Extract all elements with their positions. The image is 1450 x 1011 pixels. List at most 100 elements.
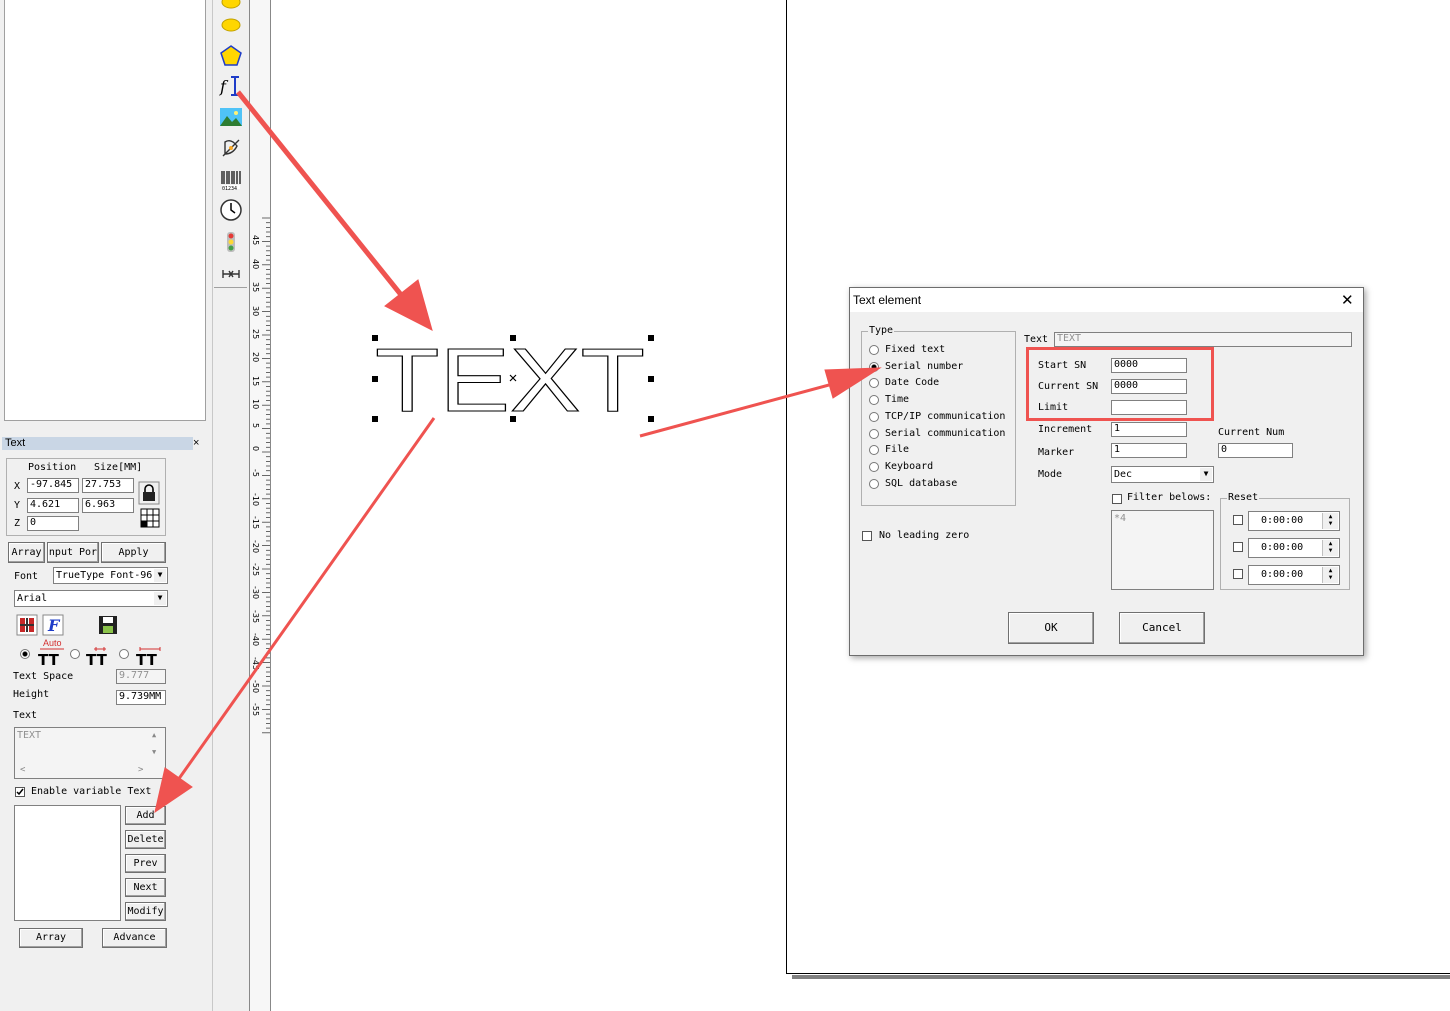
prev-button[interactable]: Prev — [125, 854, 166, 873]
text-label: Text — [1024, 334, 1049, 345]
type-radio[interactable] — [869, 361, 879, 372]
ruler-label: 5 — [251, 422, 260, 428]
enable-variable-checkbox[interactable] — [15, 787, 25, 797]
type-radio[interactable] — [869, 428, 879, 439]
type-radio[interactable] — [869, 345, 879, 355]
text-space-field[interactable]: 9.777 — [116, 669, 166, 684]
delete-button[interactable]: Delete — [125, 830, 166, 849]
clock-tool-icon[interactable] — [219, 198, 243, 222]
workspace-page-shadow — [792, 975, 1450, 979]
reset-time-field[interactable]: 0:00:00 ▲ ▼ — [1248, 511, 1340, 531]
ruler-label: -20 — [251, 539, 260, 553]
scroll-left-icon[interactable]: < — [20, 765, 25, 775]
ruler-label: -5 — [251, 469, 260, 478]
type-radio[interactable] — [869, 461, 879, 472]
spacing-mode-auto-radio[interactable] — [20, 649, 30, 659]
font-library-icon[interactable] — [16, 614, 38, 636]
grid-anchor-icon[interactable] — [139, 507, 161, 529]
type-group-label: Type — [868, 325, 895, 336]
property-panel-close-icon[interactable]: × — [193, 437, 199, 449]
text-tool-icon[interactable]: f — [219, 74, 243, 98]
scroll-up-icon[interactable]: ▲ — [152, 731, 156, 739]
apply-button[interactable]: Apply — [101, 542, 166, 563]
filter-label: Filter belows: — [1127, 492, 1212, 503]
text-label: Text — [13, 710, 38, 721]
font-style-icon[interactable]: F — [42, 614, 64, 636]
object-list[interactable] — [4, 0, 206, 421]
spinner-icon[interactable]: ▲ ▼ — [1322, 540, 1338, 556]
svg-text:F: F — [47, 616, 61, 635]
auto-spacing-icon: TT — [36, 646, 68, 669]
filter-area[interactable]: *4 — [1111, 510, 1214, 590]
vector-import-tool-icon[interactable] — [219, 136, 243, 160]
lock-ratio-icon[interactable] — [138, 481, 160, 505]
height-size-field[interactable]: 6.963 — [82, 498, 134, 513]
reset-time-value: 0:00:00 — [1261, 515, 1304, 526]
svg-text:f: f — [219, 77, 229, 96]
current-num-field[interactable]: 0 — [1218, 443, 1293, 458]
mode-value: Dec — [1114, 469, 1133, 480]
selected-text-object[interactable]: TEXT — [360, 325, 670, 435]
font-type-select[interactable]: TrueType Font-96 ▼ — [53, 567, 168, 584]
text-space-label: Text Space — [13, 671, 74, 682]
chevron-down-icon: ▼ — [154, 592, 166, 605]
mode-select[interactable]: Dec ▼ — [1111, 466, 1214, 483]
y-position-field[interactable]: 4.621 — [27, 498, 79, 513]
ok-button[interactable]: OK — [1008, 612, 1094, 644]
scroll-right-icon[interactable]: > — [138, 765, 143, 775]
ruler-label: 45 — [251, 235, 260, 246]
font-name-select[interactable]: Arial ▼ — [14, 590, 168, 607]
height-field[interactable]: 9.739MM — [116, 690, 166, 705]
increment-field[interactable]: 1 — [1111, 422, 1187, 437]
ruler-label: -40 — [251, 633, 260, 647]
no-leading-zero-checkbox[interactable] — [862, 531, 872, 541]
input-port-button[interactable]: nput Por — [47, 542, 99, 563]
polygon-tool-icon[interactable] — [219, 44, 243, 68]
array-button[interactable]: Array — [8, 542, 45, 563]
spinner-icon[interactable]: ▲ ▼ — [1322, 567, 1338, 583]
reset-time-field[interactable]: 0:00:00 ▲ ▼ — [1248, 565, 1340, 585]
spinner-icon[interactable]: ▲ ▼ — [1322, 513, 1338, 529]
current-num-label: Current Num — [1218, 427, 1285, 438]
annotation-highlight-box — [1026, 347, 1214, 421]
type-radio[interactable] — [869, 478, 879, 489]
close-icon[interactable]: ✕ — [1341, 291, 1354, 309]
bitmap-tool-icon[interactable] — [219, 105, 243, 129]
font-label: Font — [14, 571, 39, 582]
variable-list[interactable] — [14, 805, 121, 921]
ruler-label: -50 — [251, 680, 260, 694]
svg-text:TT: TT — [38, 651, 60, 666]
z-label: Z — [14, 518, 21, 529]
spacing-mode-center-radio[interactable] — [119, 649, 129, 659]
font-name-value: Arial — [17, 593, 48, 604]
io-signal-tool-icon[interactable] — [219, 230, 243, 254]
reset-checkbox[interactable] — [1233, 515, 1243, 525]
reset-checkbox[interactable] — [1233, 569, 1243, 579]
circle-tool-icon[interactable] — [219, 13, 243, 37]
x-position-field[interactable]: -97.845 — [27, 478, 79, 493]
marker-field[interactable]: 1 — [1111, 443, 1187, 458]
add-button[interactable]: Add — [125, 806, 166, 825]
text-field[interactable]: TEXT — [1054, 332, 1352, 347]
advance-button[interactable]: Advance — [102, 928, 167, 948]
barcode-tool-icon[interactable]: 01234 — [219, 168, 243, 192]
z-position-field[interactable]: 0 — [27, 516, 79, 531]
ruler-label: 0 — [251, 446, 260, 452]
spacing-mode-gap-radio[interactable] — [70, 649, 80, 659]
cancel-button[interactable]: Cancel — [1119, 612, 1205, 644]
reset-checkbox[interactable] — [1233, 542, 1243, 552]
scroll-down-icon[interactable]: ▼ — [152, 748, 156, 756]
delay-tool-icon[interactable] — [219, 261, 243, 285]
ruler-label: -25 — [251, 563, 260, 577]
modify-button[interactable]: Modify — [125, 902, 166, 921]
save-icon[interactable] — [97, 614, 119, 636]
width-field[interactable]: 27.753 — [82, 478, 134, 493]
reset-time-field[interactable]: 0:00:00 ▲ ▼ — [1248, 538, 1340, 558]
type-radio[interactable] — [869, 411, 879, 422]
filter-checkbox[interactable] — [1112, 494, 1122, 504]
ellipse-tool-icon[interactable] — [219, 0, 243, 14]
next-button[interactable]: Next — [125, 878, 166, 897]
ruler-label: 40 — [251, 258, 260, 269]
bottom-array-button[interactable]: Array — [19, 928, 83, 948]
ruler-label: -10 — [251, 492, 260, 506]
